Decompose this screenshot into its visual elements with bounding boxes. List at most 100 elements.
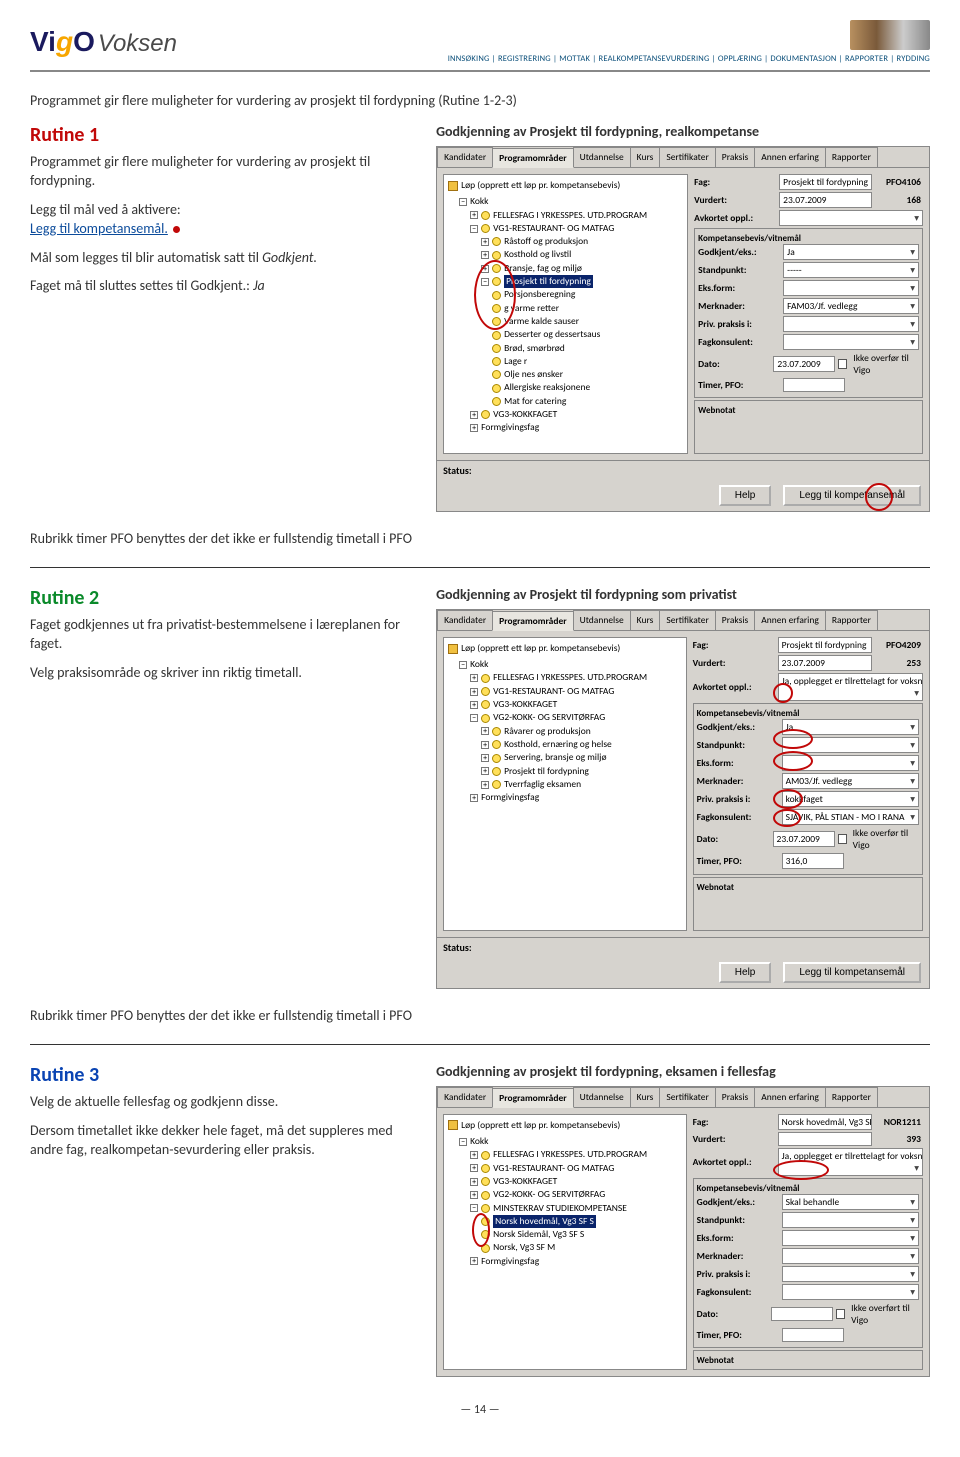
eksform-field[interactable] [783, 280, 919, 296]
tree-item[interactable]: +Formgivingsfag [470, 1255, 682, 1268]
legg-til-kompetansemal-button[interactable]: Legg til kompetansemål [783, 485, 921, 506]
vurdert-field[interactable]: 23.07.2009 [779, 192, 872, 208]
fagk-field[interactable] [783, 334, 919, 350]
tab-programomrader[interactable]: Programområder [492, 611, 573, 631]
tree-item[interactable]: Lage r [492, 355, 683, 368]
tree-item[interactable]: +FELLESFAG I YRKESSPES. UTD.PROGRAM [470, 209, 683, 222]
eksform-field[interactable] [782, 1230, 919, 1246]
tree-item[interactable]: −VG1-RESTAURANT- OG MATFAG +Råstoff og p… [470, 222, 683, 408]
dato-field[interactable]: 23.07.2009 [773, 356, 835, 372]
tab-kandidater[interactable]: Kandidater [437, 1087, 493, 1107]
tab-rapporter[interactable]: Rapporter [825, 147, 878, 167]
tree-panel-2[interactable]: Løp (opprett ett løp pr. kompetansebevis… [443, 637, 687, 931]
tree-item[interactable]: +VG3-KOKKFAGET [470, 698, 682, 711]
tree-item[interactable]: +VG1-RESTAURANT- OG MATFAG [470, 1162, 682, 1175]
help-button[interactable]: Help [719, 485, 772, 506]
avkortet-field[interactable] [779, 210, 923, 226]
ikke-overfort-checkbox[interactable] [836, 1309, 845, 1319]
tab-kurs[interactable]: Kurs [630, 1087, 661, 1107]
vurdert-field[interactable] [778, 1132, 872, 1146]
priv-field[interactable] [782, 1266, 919, 1282]
priv-field[interactable] [783, 316, 919, 332]
godkjent-field[interactable]: Ja [783, 244, 919, 260]
godkjent-field[interactable]: Ja [782, 719, 919, 735]
tree-item-selected[interactable]: −Prosjekt til fordypning Porsjonsberegni… [481, 275, 683, 408]
tree-item[interactable]: Allergiske reaksjonene [492, 381, 683, 394]
tree-item[interactable]: −VG2-KOKK- OG SERVITØRFAG +Råvarer og pr… [470, 711, 682, 791]
tab-utdannelse[interactable]: Utdannelse [573, 1087, 631, 1107]
tree-item[interactable]: Desserter og dessertsaus [492, 328, 683, 341]
tree-item[interactable]: Brød, smørbrød [492, 342, 683, 355]
vurdert-field[interactable]: 23.07.2009 [778, 655, 872, 671]
tab-annen-erfaring[interactable]: Annen erfaring [754, 147, 826, 167]
tab-rapporter[interactable]: Rapporter [825, 610, 878, 630]
fag-field[interactable]: Prosjekt til fordypning [778, 637, 872, 653]
tree-panel-3[interactable]: Løp (opprett ett løp pr. kompetansebevis… [443, 1114, 687, 1370]
tree-item[interactable]: +VG3-KOKKFAGET [470, 408, 683, 421]
ikke-overfor-checkbox[interactable] [838, 359, 847, 369]
tree-item[interactable]: Porsjonsberegning [492, 288, 683, 301]
tree-item[interactable]: +VG1-RESTAURANT- OG MATFAG [470, 685, 682, 698]
priv-field[interactable]: kokkfaget [782, 791, 919, 807]
tab-utdannelse[interactable]: Utdannelse [573, 610, 631, 630]
ikke-overfor-checkbox[interactable] [838, 834, 847, 844]
dato-field[interactable] [771, 1307, 833, 1321]
timer-field[interactable] [782, 1328, 844, 1342]
tree-item[interactable]: +VG3-KOKKFAGET [470, 1175, 682, 1188]
tab-programomrader[interactable]: Programområder [492, 1088, 573, 1108]
legg-til-kompetansemal-link[interactable]: Legg til kompetansemål. [30, 220, 168, 237]
tree-item[interactable]: +Tverrfaglig eksamen [481, 778, 682, 791]
tree-item[interactable]: +Servering, bransje og miljø [481, 751, 682, 764]
tab-utdannelse[interactable]: Utdannelse [573, 147, 631, 167]
fagk-field[interactable]: SJÅVIK, PÅL STIAN - MO I RANA [782, 809, 919, 825]
timer-field[interactable] [783, 378, 845, 392]
tree-item[interactable]: Norsk hovedmål, Vg3 SF S [481, 1215, 682, 1228]
tree-panel-1[interactable]: Løp (opprett ett løp pr. kompetansebevis… [443, 174, 688, 454]
godkjent-field[interactable]: Skal behandle [782, 1194, 919, 1210]
timer-field[interactable]: 316,0 [782, 853, 844, 869]
fag-field[interactable]: Norsk hovedmål, Vg3 SF S [778, 1114, 872, 1130]
fag-field[interactable]: Prosjekt til fordypning [779, 174, 872, 190]
tree-item[interactable]: +Råstoff og produksjon [481, 235, 683, 248]
dato-field[interactable]: 23.07.2009 [773, 831, 835, 847]
tree-item[interactable]: Varme kalde sauser [492, 315, 683, 328]
tree-item[interactable]: −MINSTEKRAV STUDIEKOMPETANSE Norsk hoved… [470, 1202, 682, 1255]
merknader-field[interactable] [782, 1248, 919, 1264]
tree-item[interactable]: g varme retter [492, 302, 683, 315]
eksform-field[interactable] [782, 755, 919, 771]
tree-root-2[interactable]: −Kokk +FELLESFAG I YRKESSPES. UTD.PROGRA… [459, 658, 682, 804]
tab-kurs[interactable]: Kurs [630, 147, 661, 167]
standpunkt-field[interactable] [782, 737, 919, 753]
tab-kurs[interactable]: Kurs [630, 610, 661, 630]
tab-kandidater[interactable]: Kandidater [437, 610, 493, 630]
tree-item[interactable]: +Kosthold, ernæring og helse [481, 738, 682, 751]
tree-root-3[interactable]: −Kokk +FELLESFAG I YRKESSPES. UTD.PROGRA… [459, 1135, 682, 1268]
tab-praksis[interactable]: Praksis [715, 610, 755, 630]
tree-item[interactable]: +Prosjekt til fordypning [481, 765, 682, 778]
tree-root-1[interactable]: −Kokk +FELLESFAG I YRKESSPES. UTD.PROGRA… [459, 195, 683, 434]
tab-annen-erfaring[interactable]: Annen erfaring [754, 1087, 826, 1107]
merknader-field[interactable]: FAM03/Jf. vedlegg [783, 298, 919, 314]
tree-item[interactable]: Mat for catering [492, 395, 683, 408]
fagk-field[interactable] [782, 1284, 919, 1300]
tree-item[interactable]: +Bransje, fag og miljø [481, 262, 683, 275]
avkortet-field[interactable]: Ja, opplegget er tilrettelagt for voksne [778, 1148, 923, 1176]
tree-item[interactable]: +FELLESFAG I YRKESSPES. UTD.PROGRAM [470, 1148, 682, 1161]
merknader-field[interactable]: AM03/Jf. vedlegg [782, 773, 919, 789]
tree-item[interactable]: +Kosthold og livstil [481, 248, 683, 261]
tree-item[interactable]: +Råvarer og produksjon [481, 725, 682, 738]
avkortet-field[interactable]: Ja, opplegget er tilrettelagt for voksne [778, 673, 923, 701]
help-button[interactable]: Help [719, 962, 772, 983]
standpunkt-field[interactable] [782, 1212, 919, 1228]
tree-item[interactable]: +VG2-KOKK- OG SERVITØRFAG [470, 1188, 682, 1201]
tree-item[interactable]: +Formgivingsfag [470, 791, 682, 804]
tab-praksis[interactable]: Praksis [715, 147, 755, 167]
tree-item[interactable]: Norsk Sidemål, Vg3 SF S [481, 1228, 682, 1241]
tree-item[interactable]: Olje nes ønsker [492, 368, 683, 381]
tab-annen-erfaring[interactable]: Annen erfaring [754, 610, 826, 630]
tree-item[interactable]: +FELLESFAG I YRKESSPES. UTD.PROGRAM [470, 671, 682, 684]
tab-rapporter[interactable]: Rapporter [825, 1087, 878, 1107]
tab-sertifikater[interactable]: Sertifikater [659, 1087, 715, 1107]
tree-item[interactable]: +Formgivingsfag [470, 421, 683, 434]
standpunkt-field[interactable]: ----- [783, 262, 919, 278]
